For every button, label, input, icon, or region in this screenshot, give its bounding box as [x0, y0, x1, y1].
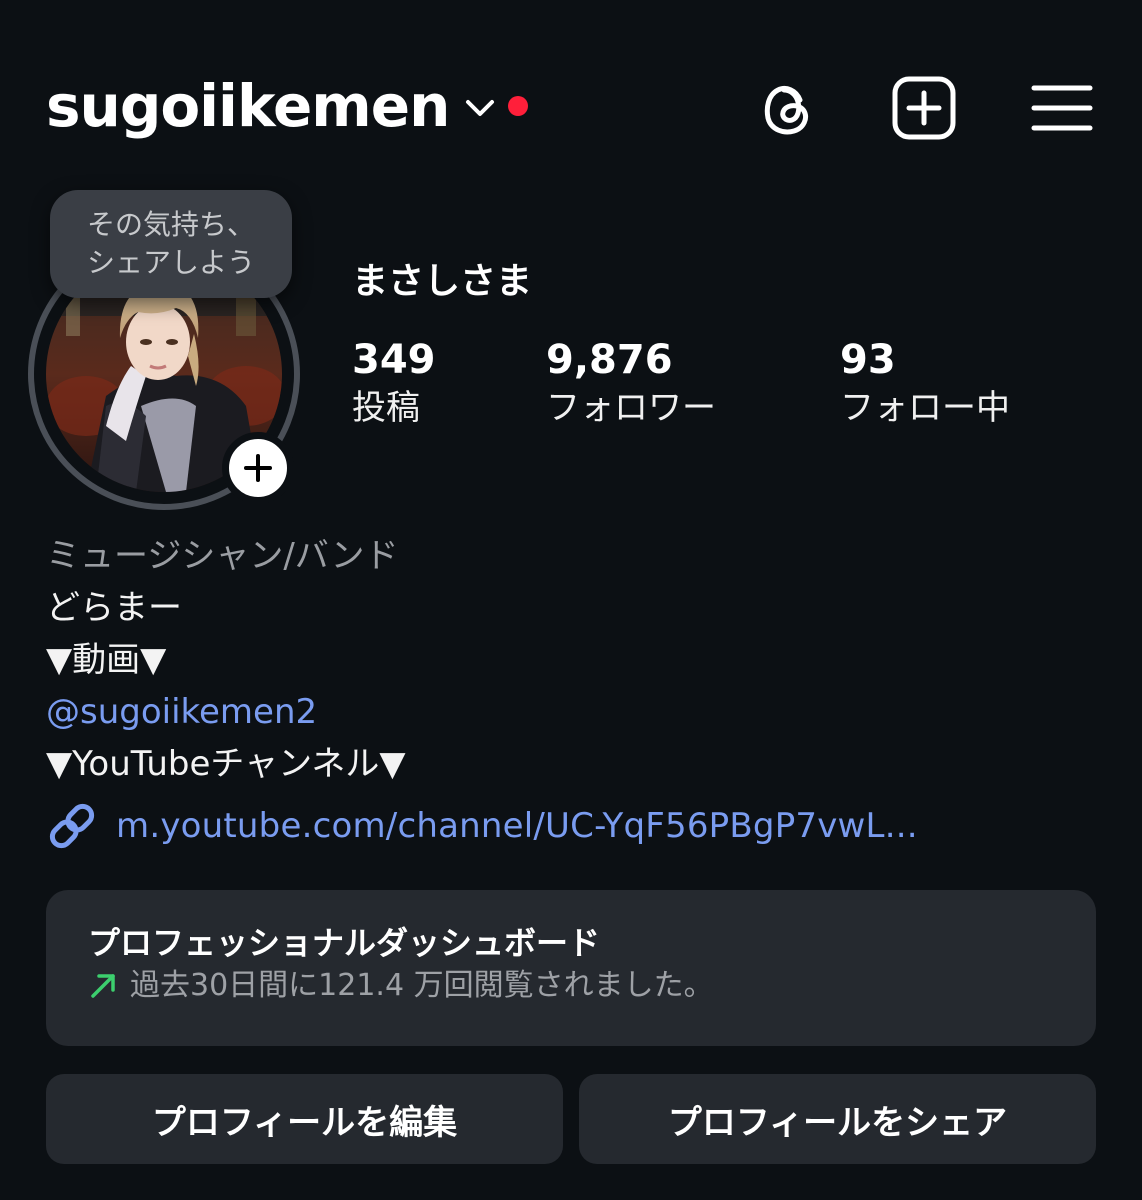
notification-dot [508, 96, 528, 116]
username[interactable]: sugoiikemen [46, 72, 450, 140]
note-line-1: その気持ち、 [86, 208, 255, 241]
chevron-down-icon[interactable] [462, 94, 498, 122]
menu-icon[interactable] [1026, 72, 1098, 144]
add-story-button[interactable] [222, 432, 294, 504]
following-label: フォロー中 [840, 388, 1010, 428]
stat-posts[interactable]: 349 投稿 [352, 336, 436, 432]
display-name: まさしさま [352, 261, 533, 302]
bio-line-1: どらまー [46, 588, 182, 628]
link-icon [49, 803, 95, 849]
share-profile-button[interactable]: プロフィールをシェア [579, 1074, 1096, 1164]
plus-icon [244, 454, 272, 482]
stat-followers[interactable]: 9,876 フォロワー [546, 336, 716, 432]
posts-count: 349 [352, 337, 436, 383]
profile-header: sugoiikemen [0, 0, 1142, 210]
bio-mention-link[interactable]: @sugoiikemen2 [46, 686, 406, 738]
edit-profile-button[interactable]: プロフィールを編集 [46, 1074, 563, 1164]
create-post-icon[interactable] [888, 72, 960, 144]
note-bubble[interactable]: その気持ち、 シェアしよう [50, 190, 292, 298]
dashboard-title: プロフェッショナルダッシュボード [88, 924, 601, 962]
bio: ミュージシャン/バンド どらまー ▼動画▼ @sugoiikemen2 ▼You… [46, 530, 406, 790]
bio-line-3: ▼YouTubeチャンネル▼ [46, 744, 406, 784]
followers-label: フォロワー [546, 388, 716, 428]
professional-dashboard[interactable]: プロフェッショナルダッシュボード 過去30日間に121.4 万回閲覧されました。 [46, 890, 1096, 1046]
bio-line-2: ▼動画▼ [46, 640, 167, 680]
bio-link[interactable]: m.youtube.com/channel/UC-YqF56PBgP7vwL..… [46, 800, 918, 852]
dashboard-subtitle: 過去30日間に121.4 万回閲覧されました。 [130, 968, 714, 1003]
bio-category: ミュージシャン/バンド [46, 536, 399, 576]
followers-count: 9,876 [546, 337, 673, 383]
trend-up-icon [91, 974, 115, 998]
threads-icon[interactable] [752, 72, 824, 144]
dashboard-subtitle-row: 過去30日間に121.4 万回閲覧されました。 [88, 964, 1054, 1008]
posts-label: 投稿 [352, 388, 420, 428]
note-line-2: シェアしよう [86, 246, 255, 279]
following-count: 93 [840, 337, 896, 383]
bio-link-text[interactable]: m.youtube.com/channel/UC-YqF56PBgP7vwL..… [116, 806, 918, 846]
stat-following[interactable]: 93 フォロー中 [840, 336, 1010, 432]
